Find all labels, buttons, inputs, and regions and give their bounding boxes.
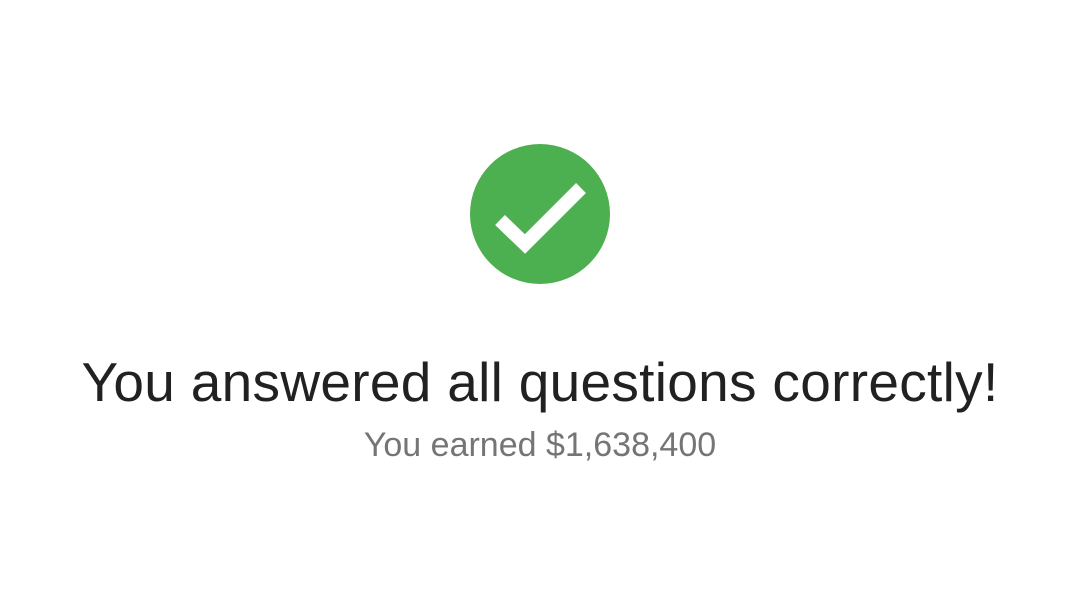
result-title: You answered all questions correctly!	[81, 351, 999, 413]
quiz-result-screen: You answered all questions correctly! Yo…	[0, 0, 1080, 608]
check-circle-icon	[470, 144, 610, 284]
earnings-text: You earned $1,638,400	[363, 426, 717, 464]
